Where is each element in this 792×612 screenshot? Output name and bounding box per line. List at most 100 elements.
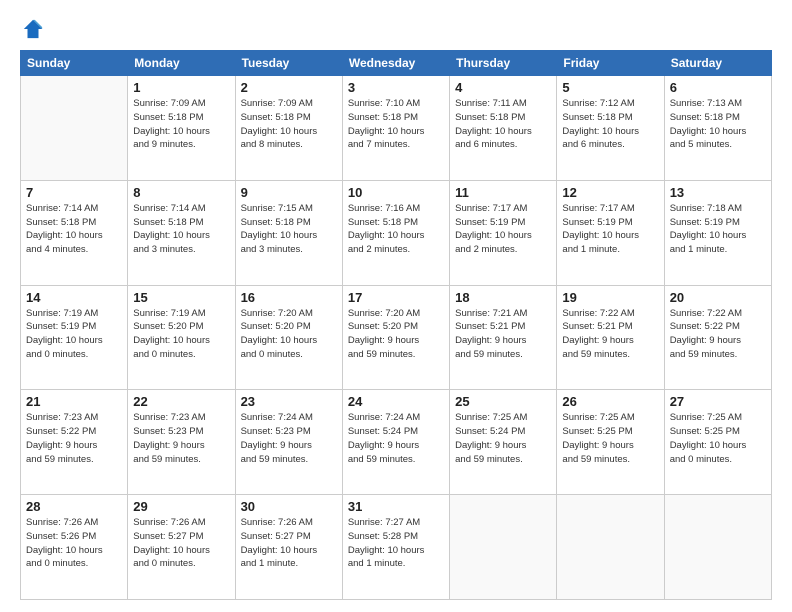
cell-info: Sunrise: 7:09 AM Sunset: 5:18 PM Dayligh…	[241, 97, 337, 152]
cell-info: Sunrise: 7:11 AM Sunset: 5:18 PM Dayligh…	[455, 97, 551, 152]
day-number: 21	[26, 394, 122, 409]
day-number: 19	[562, 290, 658, 305]
cell-info: Sunrise: 7:26 AM Sunset: 5:27 PM Dayligh…	[133, 516, 229, 571]
calendar-cell: 5 Sunrise: 7:12 AM Sunset: 5:18 PM Daylig…	[557, 76, 664, 181]
calendar-cell	[21, 76, 128, 181]
calendar-cell: 26 Sunrise: 7:25 AM Sunset: 5:25 PM Dayli…	[557, 390, 664, 495]
day-number: 3	[348, 80, 444, 95]
calendar-cell: 1 Sunrise: 7:09 AM Sunset: 5:18 PM Daylig…	[128, 76, 235, 181]
calendar-cell: 13 Sunrise: 7:18 AM Sunset: 5:19 PM Dayli…	[664, 180, 771, 285]
day-number: 23	[241, 394, 337, 409]
calendar-cell	[664, 495, 771, 600]
cell-info: Sunrise: 7:23 AM Sunset: 5:23 PM Dayligh…	[133, 411, 229, 466]
day-number: 16	[241, 290, 337, 305]
calendar-cell: 3Sunrise: 7:10 AM Sunset: 5:18 PM Daylig…	[342, 76, 449, 181]
cell-info: Sunrise: 7:18 AM Sunset: 5:19 PM Dayligh…	[670, 202, 766, 257]
day-number: 24	[348, 394, 444, 409]
calendar-week-row: 1 Sunrise: 7:09 AM Sunset: 5:18 PM Daylig…	[21, 76, 772, 181]
weekday-header-saturday: Saturday	[664, 51, 771, 76]
day-number: 18	[455, 290, 551, 305]
day-number: 17	[348, 290, 444, 305]
calendar-cell	[557, 495, 664, 600]
day-number: 28	[26, 499, 122, 514]
cell-info: Sunrise: 7:15 AM Sunset: 5:18 PM Dayligh…	[241, 202, 337, 257]
cell-info: Sunrise: 7:09 AM Sunset: 5:18 PM Dayligh…	[133, 97, 229, 152]
calendar-cell: 9 Sunrise: 7:15 AM Sunset: 5:18 PM Daylig…	[235, 180, 342, 285]
cell-info: Sunrise: 7:24 AM Sunset: 5:23 PM Dayligh…	[241, 411, 337, 466]
day-number: 25	[455, 394, 551, 409]
cell-info: Sunrise: 7:14 AM Sunset: 5:18 PM Dayligh…	[133, 202, 229, 257]
cell-info: Sunrise: 7:26 AM Sunset: 5:27 PM Dayligh…	[241, 516, 337, 571]
weekday-header-sunday: Sunday	[21, 51, 128, 76]
day-number: 15	[133, 290, 229, 305]
weekday-header-friday: Friday	[557, 51, 664, 76]
calendar-cell: 6 Sunrise: 7:13 AM Sunset: 5:18 PM Daylig…	[664, 76, 771, 181]
day-number: 11	[455, 185, 551, 200]
calendar-week-row: 14 Sunrise: 7:19 AM Sunset: 5:19 PM Dayli…	[21, 285, 772, 390]
day-number: 20	[670, 290, 766, 305]
calendar-cell: 16 Sunrise: 7:20 AM Sunset: 5:20 PM Dayli…	[235, 285, 342, 390]
day-number: 30	[241, 499, 337, 514]
calendar-cell: 30 Sunrise: 7:26 AM Sunset: 5:27 PM Dayli…	[235, 495, 342, 600]
day-number: 31	[348, 499, 444, 514]
calendar-cell: 24 Sunrise: 7:24 AM Sunset: 5:24 PM Dayli…	[342, 390, 449, 495]
cell-info: Sunrise: 7:24 AM Sunset: 5:24 PM Dayligh…	[348, 411, 444, 466]
calendar-cell: 27Sunrise: 7:25 AM Sunset: 5:25 PM Dayli…	[664, 390, 771, 495]
cell-info: Sunrise: 7:23 AM Sunset: 5:22 PM Dayligh…	[26, 411, 122, 466]
calendar-cell: 29 Sunrise: 7:26 AM Sunset: 5:27 PM Dayli…	[128, 495, 235, 600]
calendar-cell: 7 Sunrise: 7:14 AM Sunset: 5:18 PM Daylig…	[21, 180, 128, 285]
day-number: 29	[133, 499, 229, 514]
cell-info: Sunrise: 7:27 AM Sunset: 5:28 PM Dayligh…	[348, 516, 444, 571]
calendar-cell: 2 Sunrise: 7:09 AM Sunset: 5:18 PM Daylig…	[235, 76, 342, 181]
logo-icon	[22, 18, 44, 40]
cell-info: Sunrise: 7:20 AM Sunset: 5:20 PM Dayligh…	[241, 307, 337, 362]
calendar-cell: 22 Sunrise: 7:23 AM Sunset: 5:23 PM Dayli…	[128, 390, 235, 495]
cell-info: Sunrise: 7:22 AM Sunset: 5:22 PM Dayligh…	[670, 307, 766, 362]
cell-info: Sunrise: 7:16 AM Sunset: 5:18 PM Dayligh…	[348, 202, 444, 257]
cell-info: Sunrise: 7:19 AM Sunset: 5:19 PM Dayligh…	[26, 307, 122, 362]
page: SundayMondayTuesdayWednesdayThursdayFrid…	[0, 0, 792, 612]
calendar-cell: 17 Sunrise: 7:20 AM Sunset: 5:20 PM Dayli…	[342, 285, 449, 390]
cell-info: Sunrise: 7:20 AM Sunset: 5:20 PM Dayligh…	[348, 307, 444, 362]
day-number: 7	[26, 185, 122, 200]
cell-info: Sunrise: 7:19 AM Sunset: 5:20 PM Dayligh…	[133, 307, 229, 362]
header	[20, 18, 772, 40]
cell-info: Sunrise: 7:21 AM Sunset: 5:21 PM Dayligh…	[455, 307, 551, 362]
cell-info: Sunrise: 7:25 AM Sunset: 5:25 PM Dayligh…	[670, 411, 766, 466]
cell-info: Sunrise: 7:14 AM Sunset: 5:18 PM Dayligh…	[26, 202, 122, 257]
day-number: 2	[241, 80, 337, 95]
day-number: 6	[670, 80, 766, 95]
cell-info: Sunrise: 7:13 AM Sunset: 5:18 PM Dayligh…	[670, 97, 766, 152]
day-number: 14	[26, 290, 122, 305]
calendar-cell: 11 Sunrise: 7:17 AM Sunset: 5:19 PM Dayli…	[450, 180, 557, 285]
calendar-table: SundayMondayTuesdayWednesdayThursdayFrid…	[20, 50, 772, 600]
weekday-header-wednesday: Wednesday	[342, 51, 449, 76]
cell-info: Sunrise: 7:22 AM Sunset: 5:21 PM Dayligh…	[562, 307, 658, 362]
weekday-header-monday: Monday	[128, 51, 235, 76]
calendar-cell: 8 Sunrise: 7:14 AM Sunset: 5:18 PM Daylig…	[128, 180, 235, 285]
cell-info: Sunrise: 7:12 AM Sunset: 5:18 PM Dayligh…	[562, 97, 658, 152]
day-number: 22	[133, 394, 229, 409]
cell-info: Sunrise: 7:17 AM Sunset: 5:19 PM Dayligh…	[562, 202, 658, 257]
cell-info: Sunrise: 7:25 AM Sunset: 5:25 PM Dayligh…	[562, 411, 658, 466]
calendar-cell: 12 Sunrise: 7:17 AM Sunset: 5:19 PM Dayli…	[557, 180, 664, 285]
calendar-cell: 28 Sunrise: 7:26 AM Sunset: 5:26 PM Dayli…	[21, 495, 128, 600]
calendar-cell: 23 Sunrise: 7:24 AM Sunset: 5:23 PM Dayli…	[235, 390, 342, 495]
day-number: 8	[133, 185, 229, 200]
day-number: 12	[562, 185, 658, 200]
weekday-header-thursday: Thursday	[450, 51, 557, 76]
day-number: 10	[348, 185, 444, 200]
calendar-cell: 21 Sunrise: 7:23 AM Sunset: 5:22 PM Dayli…	[21, 390, 128, 495]
day-number: 1	[133, 80, 229, 95]
calendar-cell	[450, 495, 557, 600]
calendar-cell: 31 Sunrise: 7:27 AM Sunset: 5:28 PM Dayli…	[342, 495, 449, 600]
calendar-cell: 18 Sunrise: 7:21 AM Sunset: 5:21 PM Dayli…	[450, 285, 557, 390]
day-number: 5	[562, 80, 658, 95]
day-number: 9	[241, 185, 337, 200]
calendar-cell: 14 Sunrise: 7:19 AM Sunset: 5:19 PM Dayli…	[21, 285, 128, 390]
day-number: 26	[562, 394, 658, 409]
cell-info: Sunrise: 7:26 AM Sunset: 5:26 PM Dayligh…	[26, 516, 122, 571]
cell-info: Sunrise: 7:17 AM Sunset: 5:19 PM Dayligh…	[455, 202, 551, 257]
day-number: 13	[670, 185, 766, 200]
calendar-cell: 10 Sunrise: 7:16 AM Sunset: 5:18 PM Dayli…	[342, 180, 449, 285]
